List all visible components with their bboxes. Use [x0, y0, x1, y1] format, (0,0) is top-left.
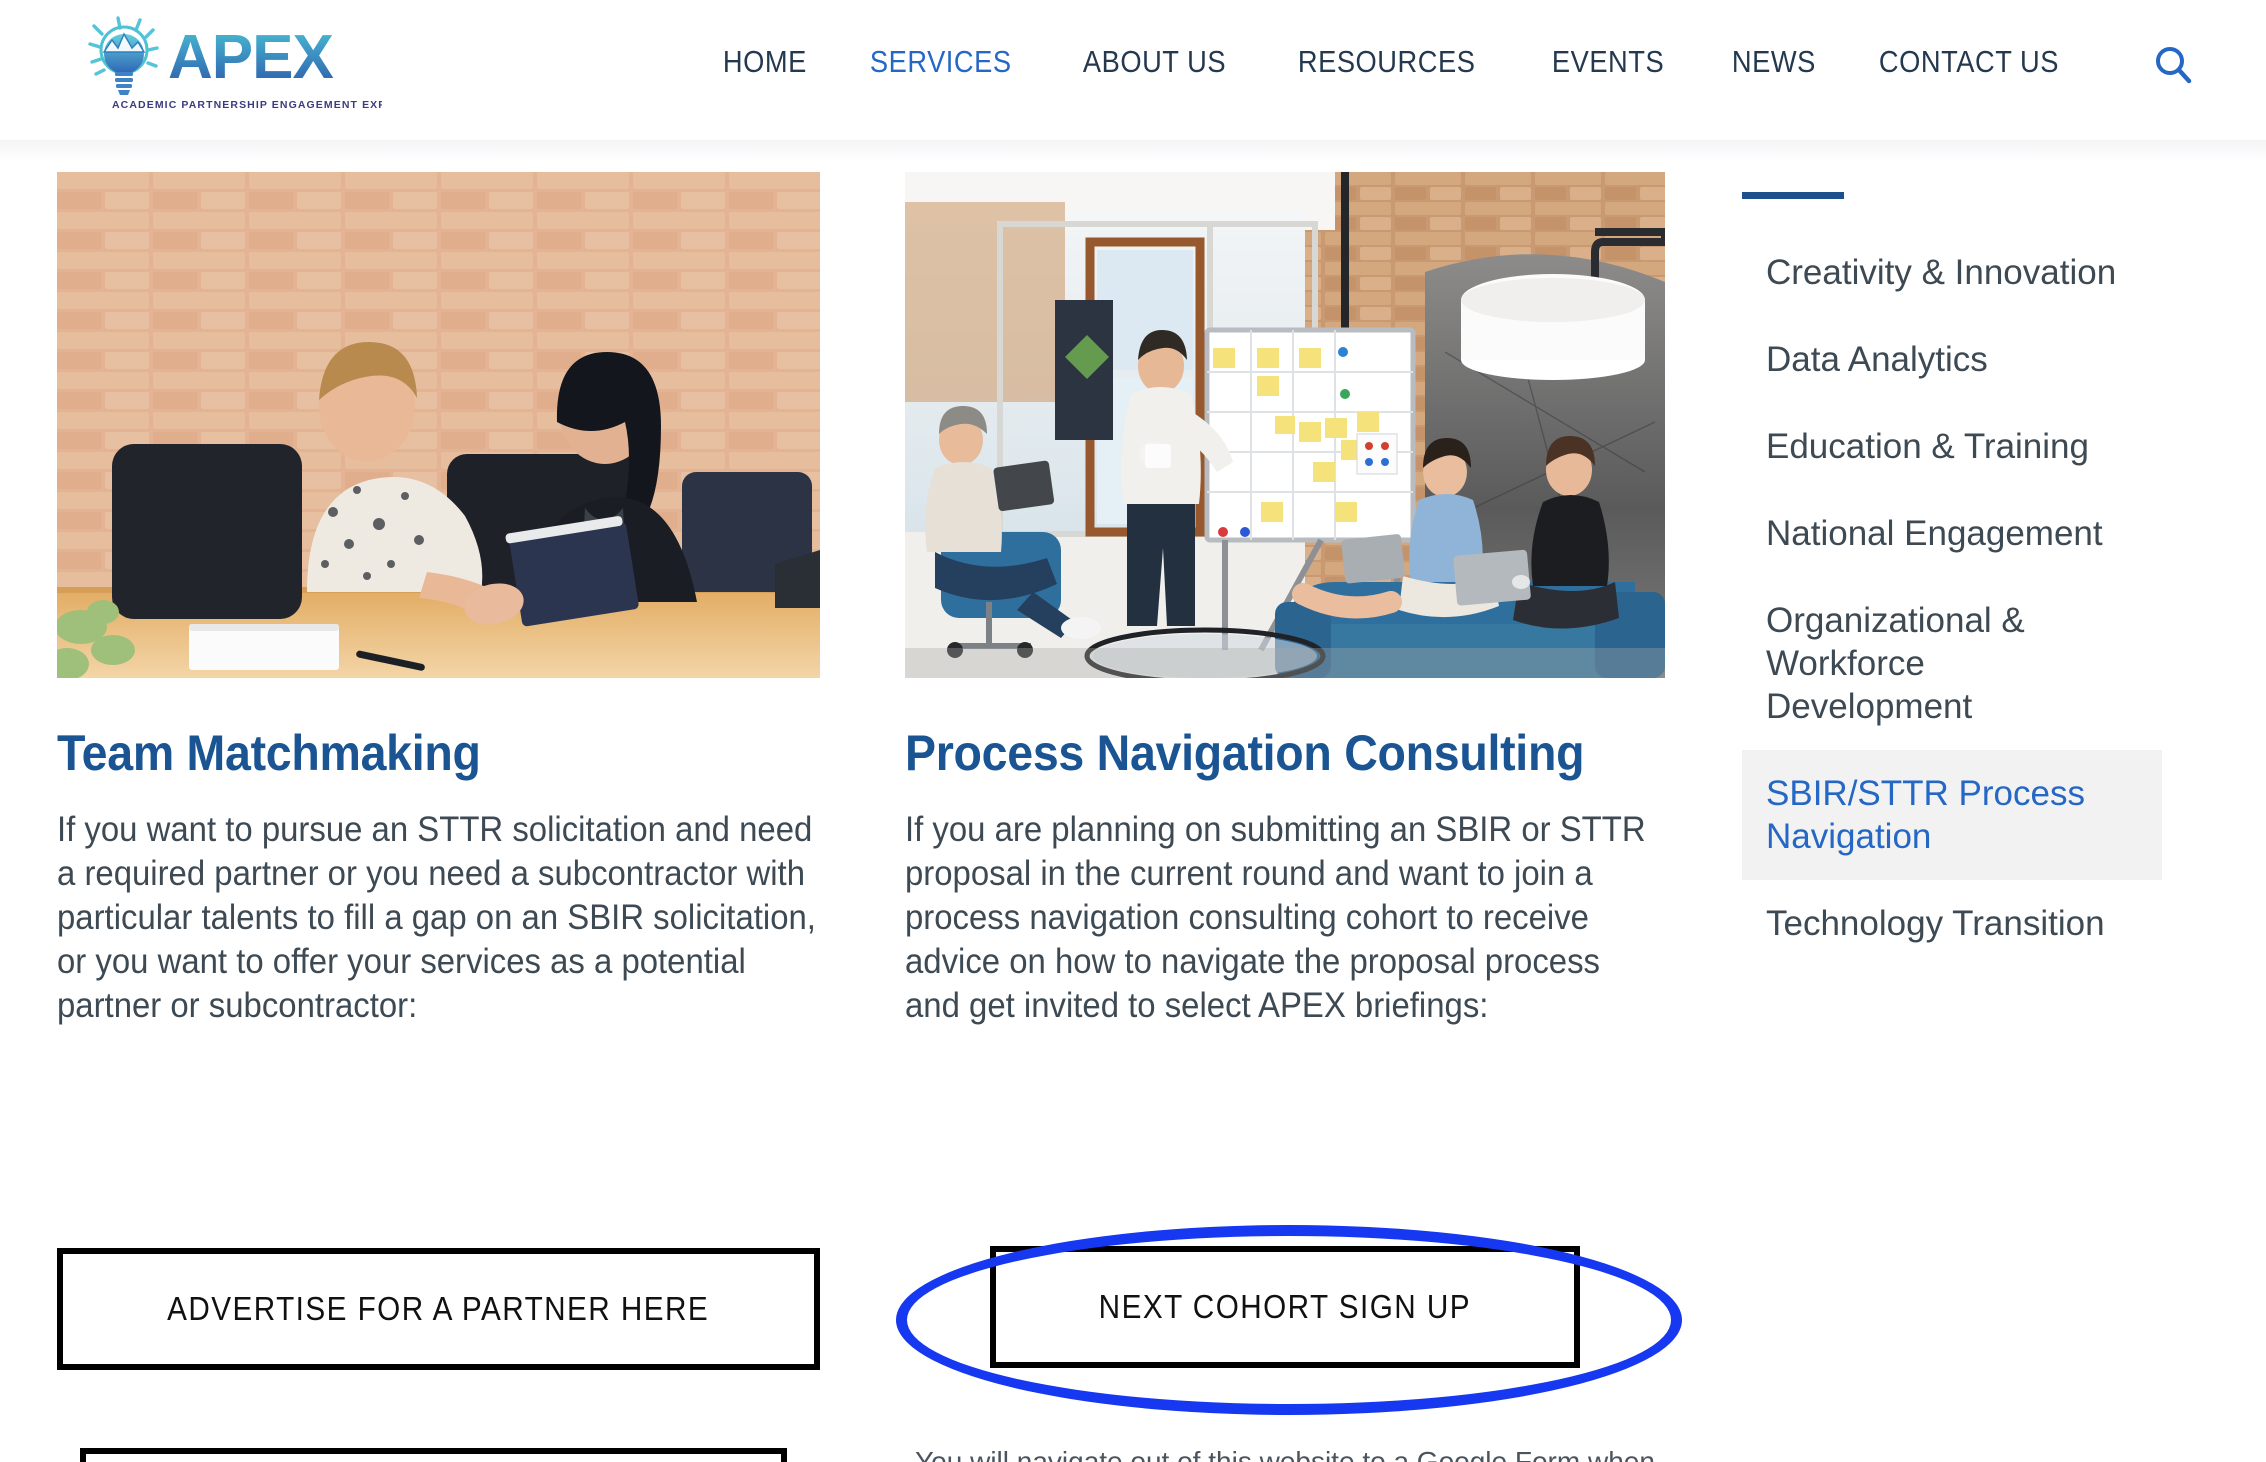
advertise-for-partner-button[interactable]: ADVERTISE FOR A PARTNER HERE: [57, 1248, 820, 1370]
sidebar-item-education-training[interactable]: Education & Training: [1742, 403, 2242, 490]
search-button[interactable]: [2150, 42, 2196, 88]
sidebar-item-creativity-innovation[interactable]: Creativity & Innovation: [1742, 229, 2242, 316]
header-divider: [0, 140, 2266, 162]
card-title-team-matchmaking: Team Matchmaking: [57, 725, 481, 781]
nav-item-news[interactable]: NEWS: [1709, 44, 1839, 80]
sidebar-list: Creativity & Innovation Data Analytics E…: [1742, 229, 2242, 967]
team-matchmaking-image: [57, 172, 820, 678]
card-title-process-navigation: Process Navigation Consulting: [905, 725, 1585, 781]
sidebar-item-national-engagement[interactable]: National Engagement: [1742, 490, 2242, 577]
card-body-team-matchmaking: If you want to pursue an STTR solicitati…: [57, 810, 816, 1025]
advertise-for-partner-label: ADVERTISE FOR A PARTNER HERE: [167, 1290, 710, 1327]
nav-item-home[interactable]: HOME: [700, 44, 830, 80]
services-sidebar: Creativity & Innovation Data Analytics E…: [1742, 140, 2242, 967]
next-cohort-sign-up-label: NEXT COHORT SIGN UP: [1098, 1288, 1472, 1325]
sidebar-item-organizational-workforce-development[interactable]: Organizational & Workforce Development: [1742, 577, 2162, 750]
main-content: Team Matchmaking If you want to pursue a…: [0, 140, 2266, 1462]
process-navigation-image: [905, 172, 1665, 678]
nav-item-about-us[interactable]: ABOUT US: [1060, 44, 1249, 80]
next-cohort-sign-up-button[interactable]: NEXT COHORT SIGN UP: [990, 1246, 1580, 1368]
nav-item-contact-us[interactable]: CONTACT US: [1856, 44, 2082, 80]
nav-item-resources[interactable]: RESOURCES: [1275, 44, 1498, 80]
nav-item-services[interactable]: SERVICES: [847, 44, 1034, 80]
apex-logo-icon: APEX ACADEMIC PARTNERSHIP ENGAGEMENT EXP…: [88, 16, 440, 111]
site-header: APEX ACADEMIC PARTNERSHIP ENGAGEMENT EXP…: [0, 0, 2266, 140]
sidebar-item-sbir-sttr-process-navigation[interactable]: SBIR/STTR Process Navigation: [1742, 750, 2162, 880]
card-body-process-navigation: If you are planning on submitting an SBI…: [905, 810, 1646, 1025]
apex-logo[interactable]: APEX ACADEMIC PARTNERSHIP ENGAGEMENT EXP…: [52, 8, 440, 128]
card-process-navigation: Process Navigation Consulting If you are…: [905, 140, 1665, 1028]
logo-wordmark: APEX: [168, 23, 333, 92]
sidebar-accent-rule: [1742, 192, 1844, 199]
google-form-note: You will navigate out of this website to…: [915, 1446, 1655, 1462]
sidebar-item-technology-transition[interactable]: Technology Transition: [1742, 880, 2242, 967]
card-team-matchmaking: Team Matchmaking If you want to pursue a…: [57, 140, 820, 1028]
logo-tagline: ACADEMIC PARTNERSHIP ENGAGEMENT EXPERIME…: [112, 99, 382, 111]
main-navigation: HOME SERVICES ABOUT US RESOURCES EVENTS …: [700, 44, 2113, 80]
search-icon: [2156, 47, 2192, 84]
search-for-partner-button[interactable]: SEARCH FOR A PARTNER HERE: [80, 1448, 787, 1462]
nav-item-events[interactable]: EVENTS: [1529, 44, 1687, 80]
sidebar-item-data-analytics[interactable]: Data Analytics: [1742, 316, 2242, 403]
page-root: APEX ACADEMIC PARTNERSHIP ENGAGEMENT EXP…: [0, 0, 2266, 1462]
